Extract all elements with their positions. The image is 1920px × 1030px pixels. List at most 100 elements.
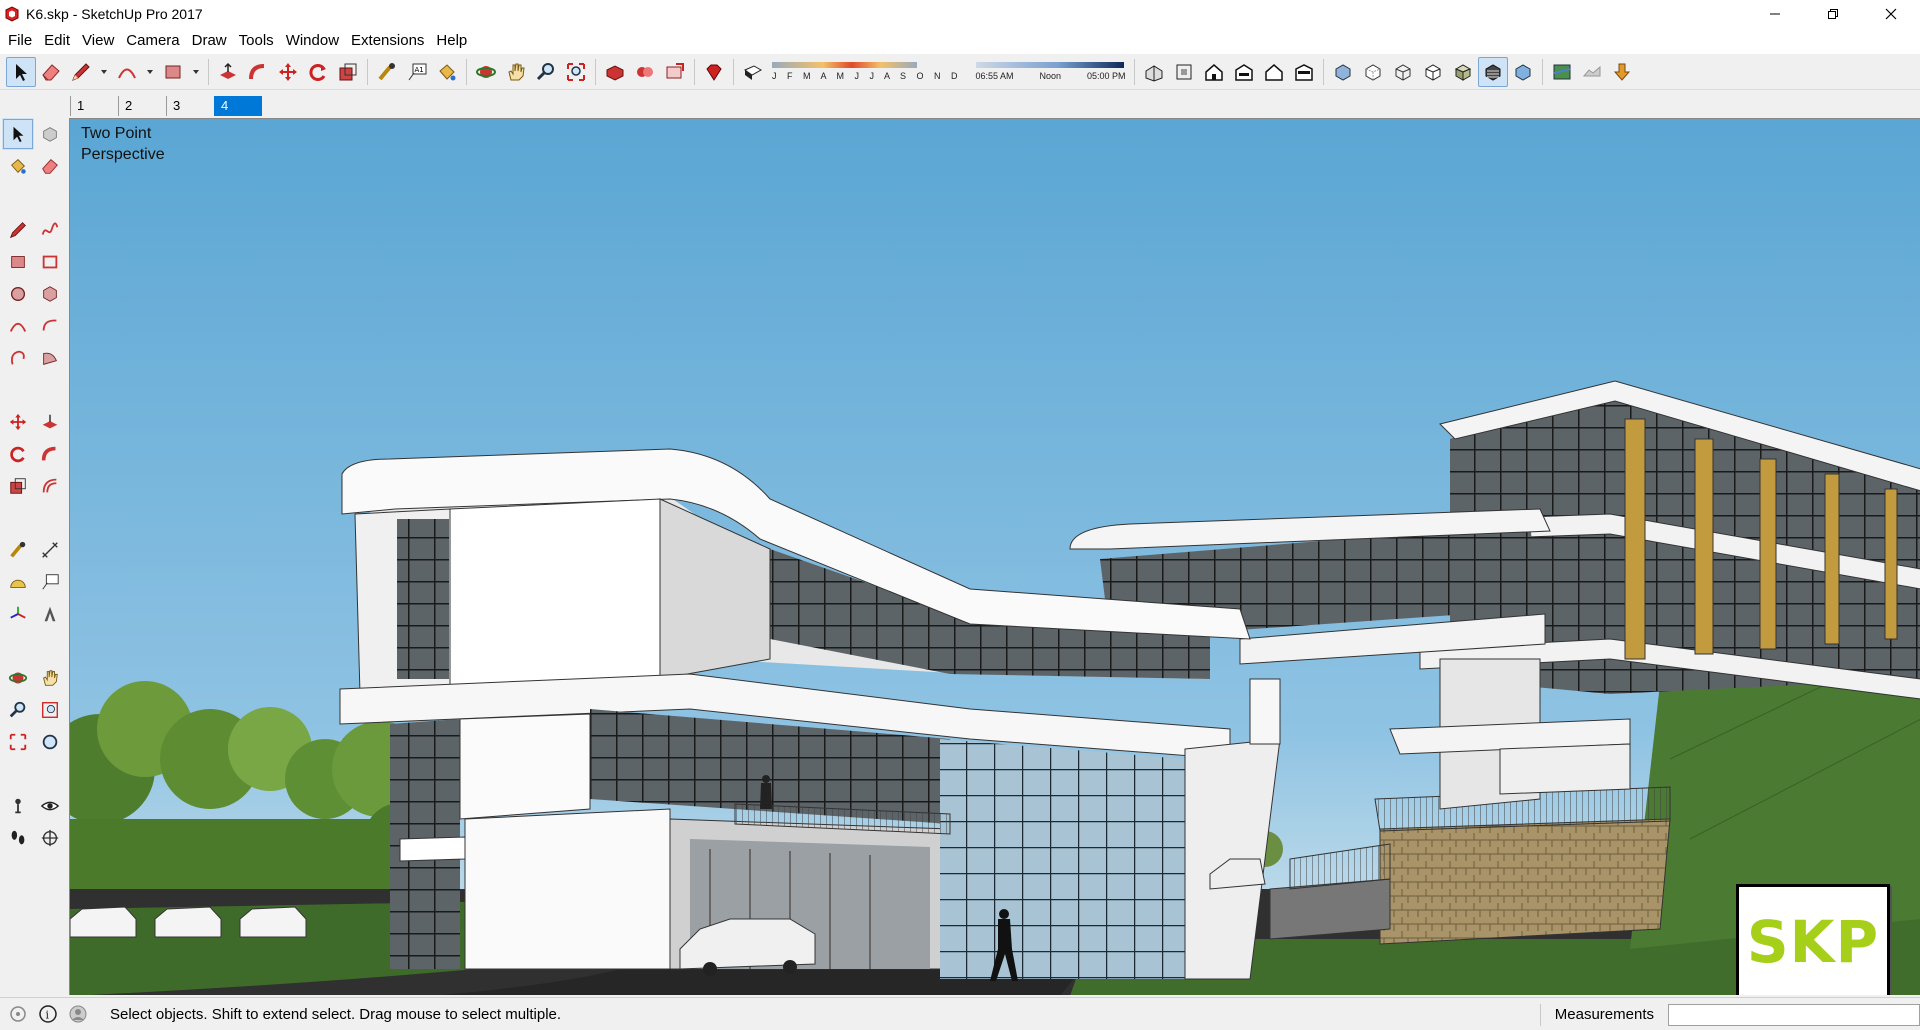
rotate-button[interactable] [2, 438, 34, 470]
menu-tools[interactable]: Tools [233, 28, 280, 54]
freehand-button[interactable] [34, 214, 66, 246]
menu-window[interactable]: Window [280, 28, 345, 54]
eraser-button[interactable] [34, 150, 66, 182]
section-plane-button[interactable] [34, 822, 66, 854]
two-point-arc-button[interactable] [34, 310, 66, 342]
offset-button[interactable] [34, 470, 66, 502]
circle-button[interactable] [2, 278, 34, 310]
zoom-button[interactable] [2, 694, 34, 726]
rotated-rectangle-button[interactable] [34, 246, 66, 278]
extension-warehouse-button[interactable] [630, 57, 660, 87]
text-tool-button[interactable]: A1 [402, 57, 432, 87]
shaded-style-button[interactable] [1448, 57, 1478, 87]
line-button[interactable] [2, 214, 34, 246]
menu-camera[interactable]: Camera [120, 28, 185, 54]
3d-text-button[interactable] [34, 598, 66, 630]
model-viewport[interactable]: Two Point Perspective SKP [69, 118, 1920, 995]
shape-tool-dropdown[interactable] [188, 57, 204, 87]
xray-style-button[interactable] [1328, 57, 1358, 87]
geo-location-button[interactable] [6, 1002, 30, 1026]
tape-measure-button[interactable] [2, 534, 34, 566]
shape-tool-button[interactable] [158, 57, 188, 87]
measurements-input[interactable] [1668, 1003, 1920, 1026]
walk-button[interactable] [2, 822, 34, 854]
rectangle-button[interactable] [2, 246, 34, 278]
model-scene[interactable] [70, 119, 1920, 995]
arc-tool-dropdown[interactable] [142, 57, 158, 87]
minimize-button[interactable] [1746, 0, 1804, 28]
extension-ruby-button[interactable] [699, 57, 729, 87]
zoom-tool-button[interactable] [531, 57, 561, 87]
top-view-button[interactable] [1169, 57, 1199, 87]
menu-extensions[interactable]: Extensions [345, 28, 430, 54]
polygon-button[interactable] [34, 278, 66, 310]
orbit-tool-button[interactable] [471, 57, 501, 87]
monochrome-style-button[interactable] [1508, 57, 1538, 87]
select-tool-button[interactable] [6, 56, 36, 87]
toggle-terrain-button[interactable] [1577, 57, 1607, 87]
account-button[interactable] [66, 1002, 90, 1026]
photo-textures-button[interactable] [1607, 57, 1637, 87]
tape-measure-tool-button[interactable] [372, 57, 402, 87]
back-edges-style-button[interactable] [1358, 57, 1388, 87]
follow-me-tool-button[interactable] [243, 57, 273, 87]
wireframe-style-button[interactable] [1388, 57, 1418, 87]
scene-tab-3[interactable]: 3 [166, 96, 214, 116]
zoom-extents-button[interactable] [2, 726, 34, 758]
protractor-button[interactable] [2, 566, 34, 598]
scene-tab-2[interactable]: 2 [118, 96, 166, 116]
arc-tool-button[interactable] [112, 57, 142, 87]
rotate-tool-button[interactable] [303, 57, 333, 87]
add-location-button[interactable] [1547, 57, 1577, 87]
paint-bucket-button[interactable] [2, 150, 34, 182]
move-tool-button[interactable] [273, 57, 303, 87]
pan-tool-button[interactable] [501, 57, 531, 87]
follow-me-button[interactable] [34, 438, 66, 470]
shadow-date-slider[interactable]: J F M A M J J A S O N D [772, 56, 962, 88]
scale-button[interactable] [2, 470, 34, 502]
pan-button[interactable] [34, 662, 66, 694]
pie-button[interactable] [34, 342, 66, 374]
zoom-window-button[interactable] [34, 694, 66, 726]
text-button[interactable] [34, 566, 66, 598]
select-tool-button[interactable] [2, 118, 34, 150]
front-view-button[interactable] [1199, 57, 1229, 87]
orbit-button[interactable] [2, 662, 34, 694]
shadows-toggle-button[interactable] [738, 57, 768, 87]
push-pull-tool-button[interactable] [213, 57, 243, 87]
share-model-button[interactable] [660, 57, 690, 87]
menu-edit[interactable]: Edit [38, 28, 76, 54]
restore-button[interactable] [1804, 0, 1862, 28]
right-view-button[interactable] [1229, 57, 1259, 87]
3d-warehouse-button[interactable] [600, 57, 630, 87]
previous-view-button[interactable] [34, 726, 66, 758]
eraser-tool-button[interactable] [36, 57, 66, 87]
zoom-extents-tool-button[interactable] [561, 57, 591, 87]
three-point-arc-button[interactable] [2, 342, 34, 374]
make-component-button[interactable] [34, 118, 66, 150]
position-camera-button[interactable] [2, 790, 34, 822]
back-view-button[interactable] [1259, 57, 1289, 87]
menu-view[interactable]: View [76, 28, 120, 54]
menu-help[interactable]: Help [430, 28, 473, 54]
credits-button[interactable]: i [36, 1002, 60, 1026]
axes-button[interactable] [2, 598, 34, 630]
dimension-button[interactable] [34, 534, 66, 566]
look-around-button[interactable] [34, 790, 66, 822]
close-button[interactable] [1862, 0, 1920, 28]
menu-file[interactable]: File [2, 28, 38, 54]
line-tool-button[interactable] [66, 57, 96, 87]
line-tool-dropdown[interactable] [96, 57, 112, 87]
scene-tab-4[interactable]: 4 [214, 96, 262, 116]
left-view-button[interactable] [1289, 57, 1319, 87]
move-button[interactable] [2, 406, 34, 438]
scale-tool-button[interactable] [333, 57, 363, 87]
paint-bucket-tool-button[interactable] [432, 57, 462, 87]
push-pull-button[interactable] [34, 406, 66, 438]
shaded-textures-style-button[interactable] [1477, 56, 1508, 87]
scene-tab-1[interactable]: 1 [70, 96, 118, 116]
iso-view-button[interactable] [1139, 57, 1169, 87]
menu-draw[interactable]: Draw [186, 28, 233, 54]
hidden-line-style-button[interactable] [1418, 57, 1448, 87]
shadow-time-slider[interactable]: 06:55 AM Noon 05:00 PM [975, 56, 1126, 88]
